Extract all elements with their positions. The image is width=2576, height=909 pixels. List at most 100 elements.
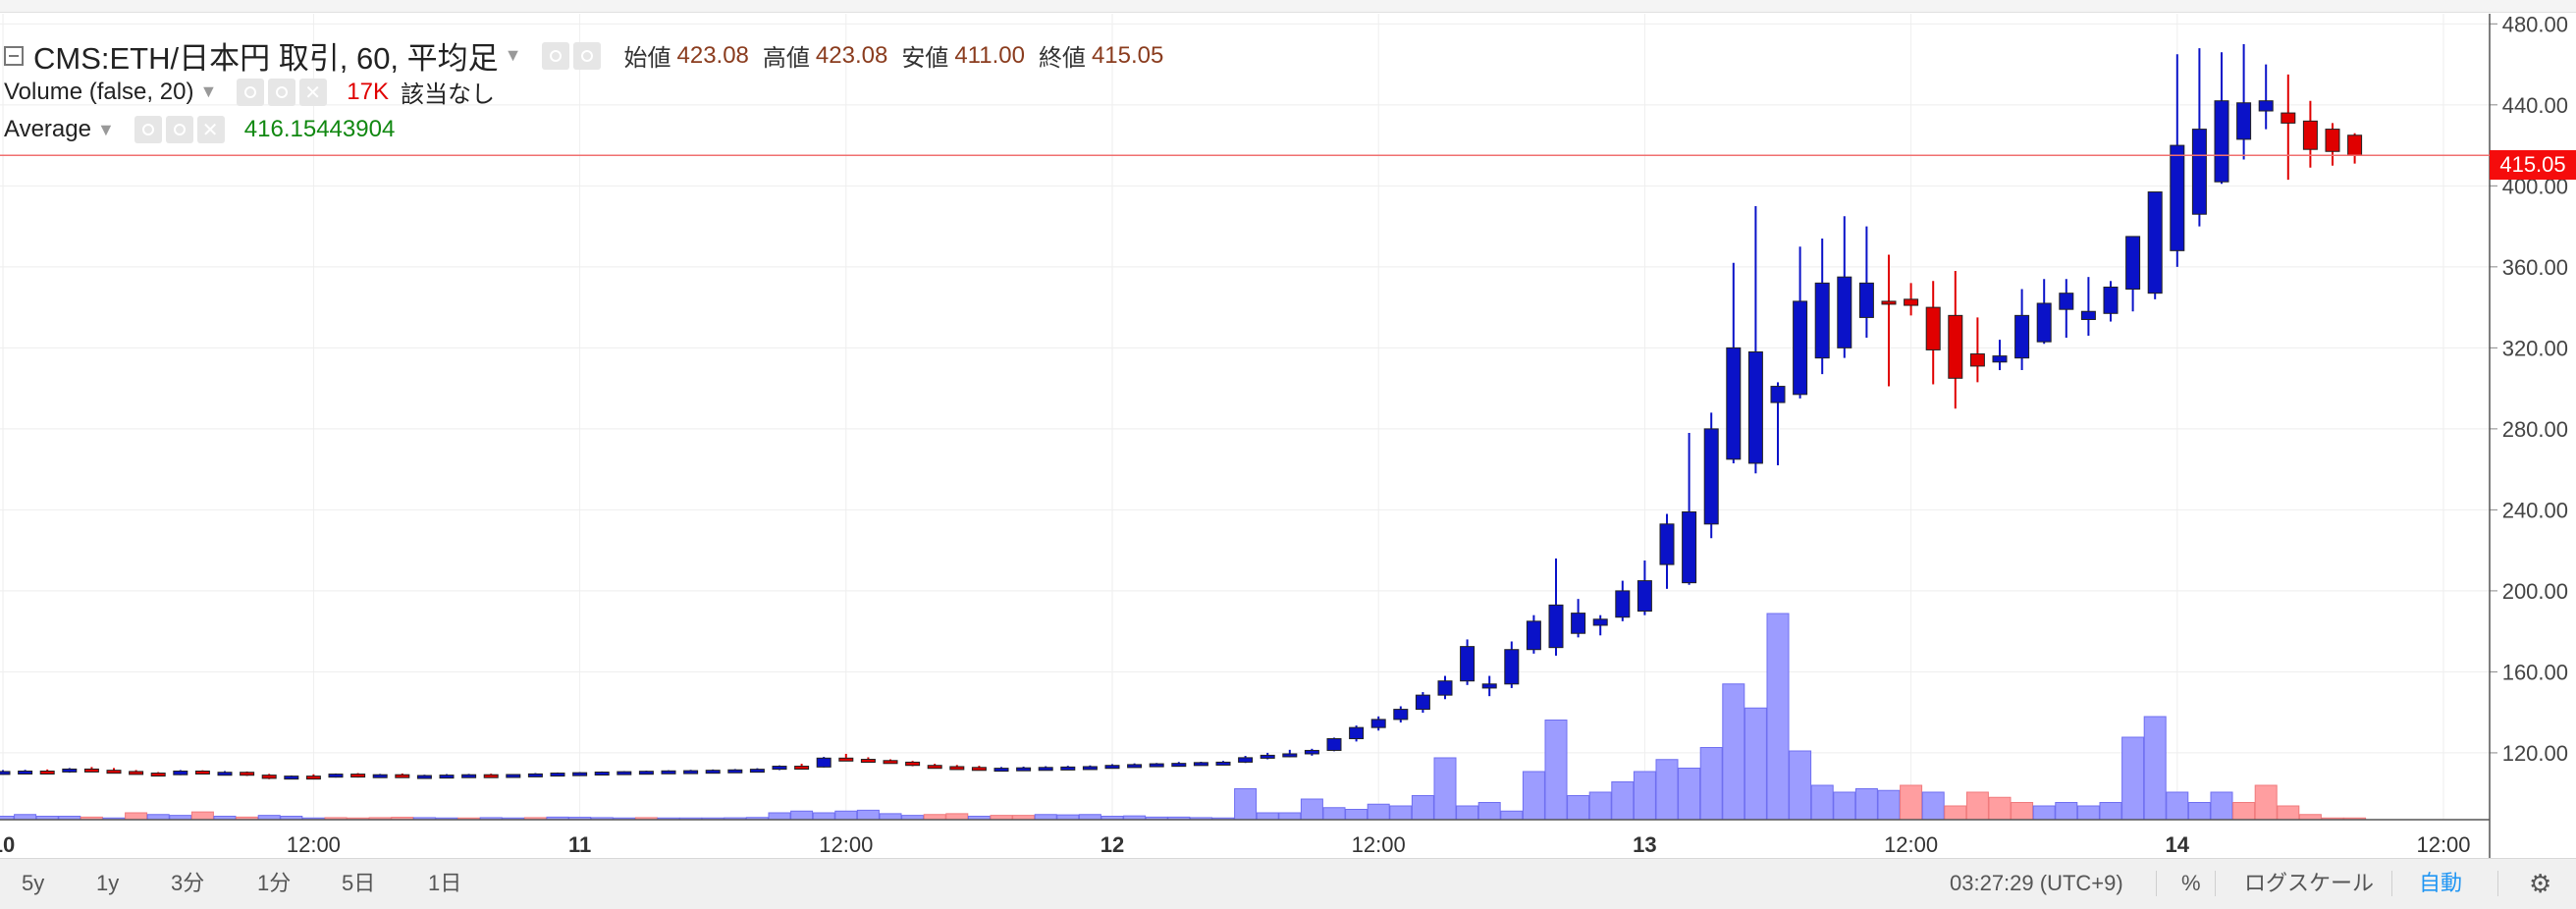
candle-body (883, 760, 898, 765)
low-label: 安値 (901, 45, 949, 72)
chevron-down-icon[interactable]: ▼ (505, 45, 522, 66)
candle-body (1571, 613, 1586, 634)
candle-body (2014, 314, 2030, 359)
gear-icon[interactable] (268, 78, 296, 106)
candle-body (617, 771, 632, 775)
candle-body (1260, 754, 1275, 759)
y-tick-label: 120.00 (2502, 741, 2568, 766)
x-tick-label: 12:00 (287, 832, 341, 857)
candle-body (1437, 680, 1453, 696)
range-3min-button[interactable]: 3分 (165, 869, 210, 898)
candle-body (2170, 144, 2185, 251)
close-icon[interactable] (299, 78, 328, 106)
candle-body (927, 765, 942, 770)
volume-bar (1300, 798, 1323, 821)
x-tick-label: 12 (1100, 832, 1124, 857)
candle-body (2080, 310, 2096, 320)
candle-body (993, 768, 1009, 773)
close-icon[interactable] (196, 116, 225, 143)
candle-body (1948, 314, 1963, 379)
low-value: 411.00 (954, 41, 1025, 69)
x-tick-label: 13 (1633, 832, 1656, 857)
chart-widget: 480.00 440.00 400.00 360.00 320.00 280.00 240.… (0, 0, 2576, 909)
eye-icon[interactable] (134, 116, 162, 143)
candle-body (483, 774, 499, 778)
gear-icon[interactable] (165, 116, 193, 143)
x-tick-label: 10 (0, 832, 15, 857)
candle-body (1415, 694, 1430, 711)
x-tick-label: 14 (2166, 832, 2190, 857)
range-1day-button[interactable]: 1日 (422, 869, 467, 898)
bottom-toolbar: 5y 1y 3分 1分 5日 1日 03:27:29 (UTC+9) % ログス… (0, 858, 2576, 909)
volume-bar (2210, 791, 2233, 821)
candle-body (1082, 766, 1098, 771)
volume-bar (1699, 747, 1723, 821)
candle-body (2036, 302, 2052, 343)
candle-body (683, 770, 699, 775)
log-scale-toggle[interactable]: ログスケール (2238, 869, 2380, 898)
volume-bar (1078, 814, 1101, 821)
auto-scale-toggle[interactable]: 自動 (2413, 869, 2468, 898)
candle-body (1770, 386, 1786, 403)
volume-bar (790, 810, 814, 821)
candle-body (1793, 300, 1808, 396)
candle-body (2191, 129, 2207, 215)
candle-body (1171, 763, 1187, 768)
volume-bar (1500, 810, 1524, 821)
range-5y-button[interactable]: 5y (16, 869, 50, 898)
close-label: 終値 (1038, 45, 1086, 72)
collapse-icon[interactable] (4, 45, 24, 66)
candle-body (240, 772, 255, 776)
y-tick-label: 280.00 (2502, 417, 2568, 442)
candle-body (772, 766, 787, 771)
eye-icon[interactable] (237, 78, 265, 106)
candle-body (416, 775, 432, 779)
candle-body (1637, 580, 1652, 613)
volume-bar (1722, 683, 1745, 821)
candle-body (1193, 762, 1208, 767)
volume-bar (2055, 802, 2078, 821)
average-value: 416.15443904 (243, 116, 396, 142)
x-tick-label: 12:00 (819, 832, 873, 857)
candle-body (1504, 649, 1520, 685)
range-1min-button[interactable]: 1分 (251, 869, 296, 898)
eye-icon[interactable] (541, 41, 569, 70)
candle-body (594, 772, 610, 776)
volume-bar (1921, 791, 1945, 821)
candle-body (749, 769, 765, 774)
average-study-title[interactable]: Average (4, 116, 91, 143)
candle-body (1481, 683, 1497, 689)
clock-display[interactable]: 03:27:29 (UTC+9) (1944, 869, 2129, 898)
percent-toggle[interactable]: % (2175, 869, 2207, 898)
volume-bar (1345, 809, 1368, 821)
volume-bar (1766, 613, 1790, 821)
high-label: 高値 (762, 45, 810, 72)
volume-bar (2277, 805, 2300, 821)
candle-body (1703, 428, 1719, 525)
gear-icon[interactable] (572, 41, 601, 70)
volume-bar (1367, 803, 1390, 821)
volume-bar (14, 814, 37, 821)
gear-icon[interactable]: ⚙ (2523, 869, 2557, 898)
candle-body (506, 774, 521, 778)
chevron-down-icon[interactable]: ▼ (97, 120, 115, 140)
candle-body (1149, 763, 1164, 768)
candle-body (1127, 764, 1143, 769)
volume-bar (1389, 805, 1413, 821)
volume-study-title[interactable]: Volume (false, 20) (4, 79, 193, 106)
volume-bar (2143, 716, 2167, 821)
chevron-down-icon[interactable]: ▼ (199, 81, 217, 102)
candle-body (1215, 761, 1231, 766)
candle-body (2258, 100, 2274, 112)
x-tick-label: 11 (568, 832, 591, 857)
candle-body (1925, 306, 1941, 350)
candle-body (372, 774, 388, 778)
candle-body (572, 772, 588, 776)
symbol-title[interactable]: CMS:ETH/日本円 取引, 60, 平均足 (33, 33, 499, 78)
volume-bar (1411, 795, 1434, 821)
volume-bar (2254, 784, 2278, 821)
candle-body (949, 766, 965, 771)
range-5day-button[interactable]: 5日 (336, 869, 381, 898)
candle-body (62, 768, 78, 773)
range-1y-button[interactable]: 1y (90, 869, 125, 898)
